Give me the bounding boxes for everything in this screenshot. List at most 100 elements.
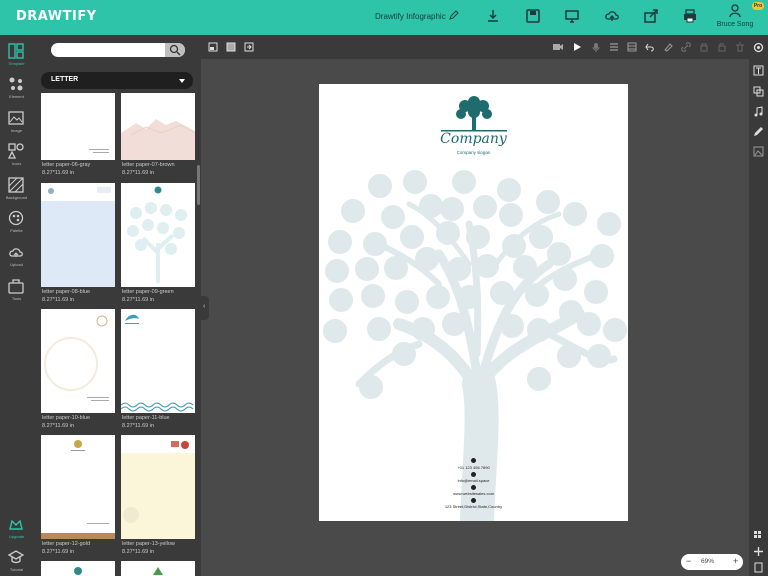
save-icon[interactable]	[525, 8, 541, 24]
settings-icon[interactable]	[753, 42, 764, 53]
zoom-level[interactable]: 69%	[701, 558, 714, 565]
image-icon	[8, 111, 24, 125]
link-icon[interactable]	[681, 42, 691, 52]
undo-icon[interactable]	[645, 42, 655, 52]
company-logo	[441, 96, 507, 132]
template-size: 8.27*11.69 in	[42, 297, 75, 303]
template-preview	[89, 149, 109, 153]
app-logo[interactable]: DRAWTIFY	[16, 9, 97, 24]
text-icon[interactable]	[753, 65, 764, 76]
add-page-icon[interactable]	[753, 546, 764, 557]
microphone-icon[interactable]	[591, 42, 601, 52]
layers-icon[interactable]	[609, 42, 619, 52]
company-name[interactable]: Company	[319, 131, 628, 147]
template-size: 8.27*11.69 in	[42, 549, 75, 555]
cloud-upload-icon	[9, 248, 23, 257]
download-icon[interactable]	[485, 8, 501, 24]
template-size: 8.27*11.69 in	[122, 297, 155, 303]
template-thumb-partial[interactable]	[41, 561, 115, 576]
canvas-page[interactable]: Company Company slogan +01 123 456 7890 …	[319, 84, 628, 521]
edit-title-icon[interactable]	[448, 9, 460, 21]
template-preview	[121, 441, 195, 539]
template-size: 8.27*11.69 in	[122, 549, 155, 555]
music-icon[interactable]	[753, 106, 764, 117]
collapse-panel-button[interactable]: ‹	[201, 296, 209, 320]
fit-screen-icon[interactable]	[208, 42, 218, 52]
present-icon[interactable]	[564, 8, 580, 24]
rail-tutorial[interactable]: Tutorial	[0, 547, 33, 576]
lock-icon[interactable]	[699, 42, 709, 52]
template-thumb-yellow[interactable]	[121, 435, 195, 539]
image-edit-icon[interactable]	[753, 146, 764, 157]
shapes-icon	[8, 143, 24, 159]
contact-address[interactable]: 123 Street,District,State,Country	[319, 504, 628, 509]
template-preview	[153, 567, 163, 575]
zoom-out-button[interactable]: −	[686, 556, 691, 566]
template-thumb-brown[interactable]	[121, 93, 195, 160]
template-name: letter paper-11-blue	[122, 415, 170, 421]
template-name: letter paper-09-green	[122, 289, 174, 295]
template-panel: LETTER letter paper-06-gray 8.27*11.69 i…	[33, 35, 201, 576]
contact-website[interactable]: www.websitesales.com	[319, 491, 628, 496]
rail-label: Template	[8, 61, 25, 66]
rail-palette[interactable]: Palette	[0, 208, 33, 238]
template-thumb-blue-3[interactable]	[121, 309, 195, 413]
rail-label: Element	[9, 94, 24, 99]
canvas-toolbar	[201, 35, 749, 59]
template-thumb-green[interactable]	[121, 183, 195, 287]
panel-scrollbar[interactable]	[197, 165, 200, 205]
template-preview	[121, 119, 195, 160]
template-preview	[127, 186, 187, 283]
unlock-icon[interactable]	[717, 42, 727, 52]
user-menu[interactable]: Bruce Song	[712, 4, 758, 32]
cloud-upload-icon[interactable]	[604, 8, 620, 24]
rail-image[interactable]: Image	[0, 108, 33, 138]
left-rail: Template Element Image Icons Background …	[0, 35, 33, 576]
template-thumb-gold[interactable]	[41, 435, 115, 539]
shape-edit-icon[interactable]	[753, 86, 764, 97]
page-icon[interactable]	[753, 562, 764, 573]
location-icon	[471, 498, 476, 503]
camera-icon[interactable]	[553, 42, 563, 52]
company-slogan[interactable]: Company slogan	[319, 150, 628, 155]
rail-label: Palette	[10, 228, 23, 233]
template-thumb-blue[interactable]	[41, 183, 115, 287]
fill-square-icon[interactable]	[226, 42, 236, 52]
tools-icon	[8, 279, 24, 294]
rail-background[interactable]: Background	[0, 175, 33, 205]
template-name: letter paper-08-blue	[42, 289, 91, 295]
pen-icon[interactable]	[753, 126, 764, 137]
template-thumb-gray[interactable]	[41, 93, 115, 160]
rail-icons[interactable]: Icons	[0, 141, 33, 171]
search-button[interactable]	[165, 43, 185, 57]
phone-icon	[471, 458, 476, 463]
delete-icon[interactable]	[735, 42, 745, 52]
category-select[interactable]: LETTER	[41, 72, 193, 89]
rail-upgrade[interactable]: Upgrade	[0, 514, 33, 544]
zoom-in-button[interactable]: +	[733, 556, 738, 566]
document-title[interactable]: Drawtify Infographic	[375, 12, 446, 21]
category-label: LETTER	[51, 76, 79, 83]
contact-email[interactable]: info@email.space	[319, 478, 628, 483]
eraser-icon[interactable]	[663, 42, 673, 52]
rail-label: Icons	[11, 161, 22, 166]
rail-element[interactable]: Element	[0, 74, 33, 104]
share-icon[interactable]	[643, 8, 659, 24]
rail-label: Background	[5, 195, 28, 200]
search-icon	[169, 44, 181, 56]
contact-phone[interactable]: +01 123 456 7890	[319, 465, 628, 470]
print-icon[interactable]	[682, 8, 698, 24]
rail-tools[interactable]: Tools	[0, 276, 33, 306]
grid-view-icon[interactable]	[753, 530, 764, 541]
rail-template[interactable]: Template	[0, 41, 33, 71]
grid-icon[interactable]	[627, 42, 637, 52]
rail-upload[interactable]: Upload	[0, 242, 33, 272]
export-icon[interactable]	[244, 42, 254, 52]
template-thumb-blue-2[interactable]	[41, 309, 115, 413]
play-icon[interactable]	[572, 42, 582, 52]
template-size: 8.27*11.69 in	[122, 423, 155, 429]
template-thumb-partial[interactable]	[121, 561, 195, 576]
rail-label: Tools	[11, 296, 22, 301]
template-name: letter paper-13-yellow	[122, 541, 175, 547]
template-preview	[74, 567, 82, 575]
